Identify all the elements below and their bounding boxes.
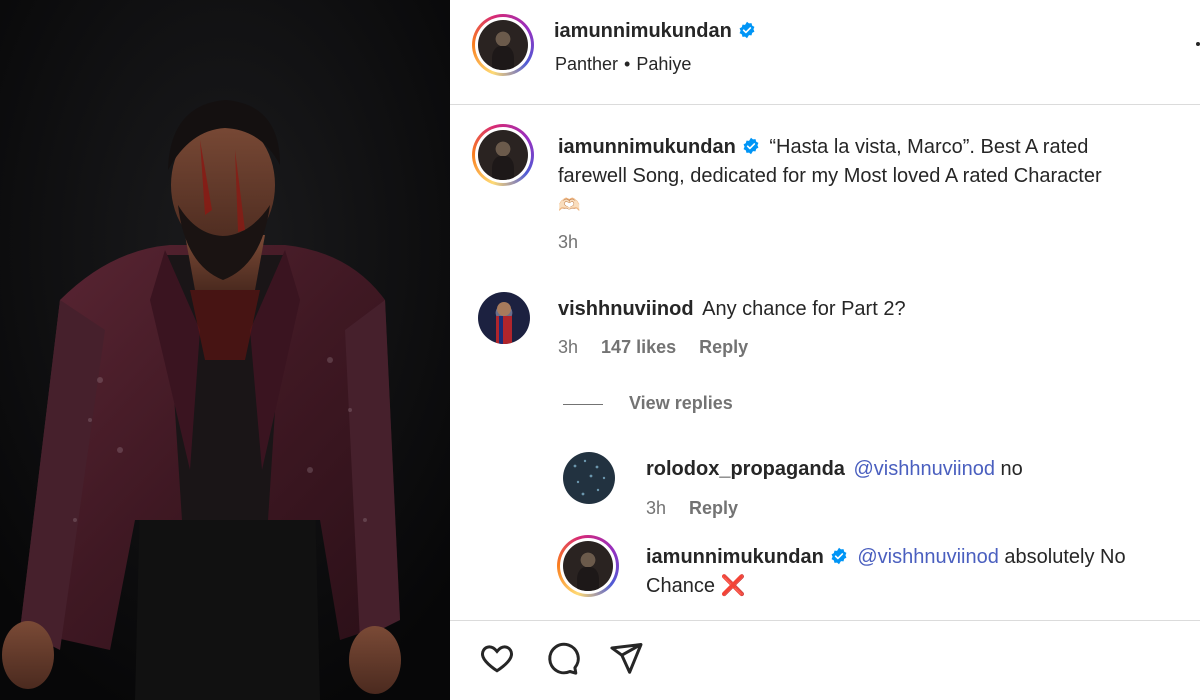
reply-author-mention[interactable]: @vishhnuviinod (857, 546, 999, 568)
reply-text: no (1000, 458, 1023, 480)
reply-reply-button[interactable]: Reply (689, 498, 738, 518)
reply-mention[interactable]: @vishhnuviinod (853, 458, 995, 480)
author-username[interactable]: iamunnimukundan (554, 20, 732, 42)
author-avatar[interactable] (472, 14, 534, 76)
view-replies-button[interactable]: View replies (629, 393, 733, 414)
caption-avatar[interactable] (472, 124, 534, 186)
reply-row: rolodox_propaganda @vishhnuviinod no (646, 455, 1186, 484)
caption-text-1: “Hasta la vista, Marco”. Best A rated (769, 136, 1089, 158)
audio-artist[interactable]: Panther (555, 54, 618, 74)
verified-badge-icon (739, 21, 755, 39)
author-reply-row: iamunnimukundan @vishhnuviinod absolutel… (646, 543, 1186, 572)
caption-line-1: iamunnimukundan “Hasta la vista, Marco”.… (558, 133, 1188, 162)
reply-author-username[interactable]: iamunnimukundan (646, 546, 824, 568)
comment-username[interactable]: vishhnuviinod (558, 298, 694, 320)
post-header-user: iamunnimukundan (554, 20, 756, 43)
separator-dot: • (624, 54, 631, 74)
comment-likes[interactable]: 147 likes (601, 337, 676, 357)
post-image (0, 0, 450, 700)
audio-info[interactable]: Panther • Pahiye (555, 54, 691, 75)
reply-author-text-b: Chance (646, 575, 715, 597)
caption-username[interactable]: iamunnimukundan (558, 136, 736, 158)
reply-time: 3h (646, 498, 667, 518)
caption-time: 3h (558, 232, 579, 252)
view-replies-line (563, 404, 603, 405)
comment-row: vishhnuviinod Any chance for Part 2? (558, 295, 1188, 324)
comment-time: 3h (558, 337, 579, 357)
audio-title[interactable]: Pahiye (636, 54, 691, 74)
reply-author-text-a: absolutely No (1004, 546, 1126, 568)
caption-emoji: 🫶🏻 (558, 195, 581, 215)
reply-username[interactable]: rolodox_propaganda (646, 458, 845, 480)
more-options-icon[interactable] (1192, 38, 1200, 50)
reply-author-line-2: Chance ❌ (646, 572, 745, 601)
comment-reply-button[interactable]: Reply (699, 337, 748, 357)
cross-mark-emoji: ❌ (720, 575, 746, 597)
share-icon[interactable] (607, 640, 645, 676)
comment-text: Any chance for Part 2? (702, 298, 906, 320)
header-divider (450, 104, 1200, 105)
reply-author-avatar[interactable] (557, 535, 619, 597)
commenter-avatar[interactable] (478, 292, 530, 344)
verified-badge-icon (831, 547, 847, 565)
caption-text-2: farewell Song, dedicated for my Most lov… (558, 165, 1102, 187)
actions-divider (450, 620, 1200, 621)
comment-icon[interactable] (543, 640, 581, 676)
heart-icon[interactable] (478, 640, 516, 676)
comment-meta: 3h 147 likes Reply (558, 337, 748, 358)
verified-badge-icon (743, 137, 759, 155)
reply-avatar[interactable] (563, 452, 615, 504)
reply-meta: 3h Reply (646, 498, 738, 519)
